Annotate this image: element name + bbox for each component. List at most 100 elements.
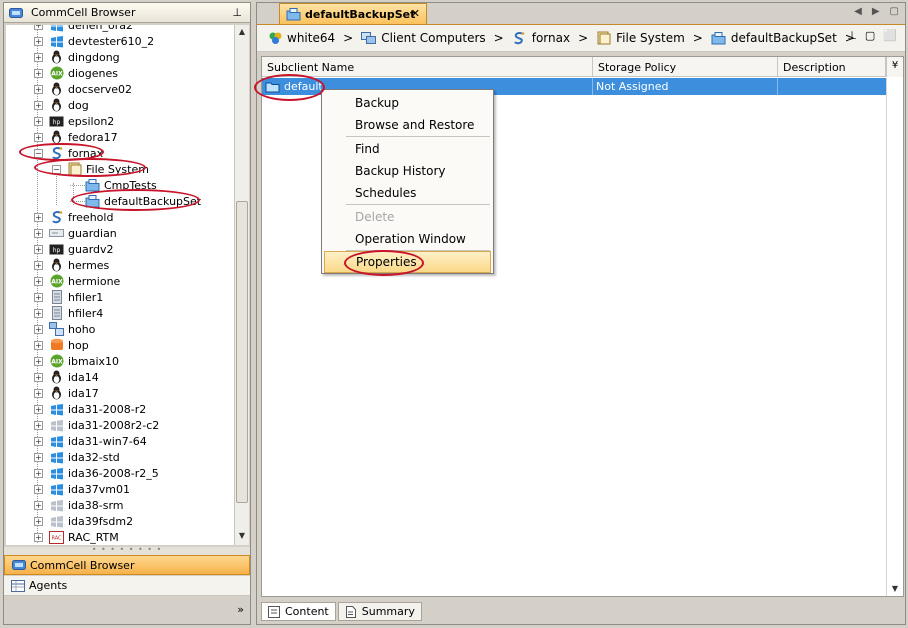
expand-icon[interactable]: + (34, 388, 43, 398)
column-header-description[interactable]: Description (778, 57, 886, 77)
collapse-icon[interactable]: − (34, 148, 43, 158)
tree-item-fedora17[interactable]: + fedora17 (34, 129, 118, 145)
expand-icon[interactable]: + (34, 308, 43, 318)
expand-icon[interactable]: + (34, 36, 43, 46)
menu-item-find[interactable]: Find (324, 138, 491, 160)
expand-icon[interactable]: + (34, 372, 43, 382)
expand-icon[interactable]: + (34, 260, 43, 270)
tree-item-guardian[interactable]: + guardian (34, 225, 117, 241)
pin-icon[interactable]: ⊥ (847, 29, 857, 42)
breadcrumb-item-client-computers[interactable]: Client Computers (361, 31, 486, 45)
tree-item-ida31-2008r2-c2[interactable]: + ida31-2008r2-c2 (34, 417, 159, 433)
tree-item-ida31-2008-r2[interactable]: + ida31-2008-r2 (34, 401, 146, 417)
tree-item-defaultbackupset[interactable]: defaultBackupSet (70, 193, 201, 209)
expand-icon[interactable]: + (34, 468, 43, 478)
chevron-right-icon[interactable]: ▶ (872, 6, 880, 17)
menu-item-backup[interactable]: Backup (324, 92, 491, 114)
tree-item-devtester610-2[interactable]: + devtester610_2 (34, 33, 154, 49)
expand-icon[interactable]: + (34, 292, 43, 302)
tree-item-rac-rtm[interactable]: + RAC RAC_RTM (34, 529, 119, 545)
pin-icon[interactable]: ⊥ (232, 6, 242, 19)
expand-icon[interactable]: + (34, 484, 43, 494)
expand-icon[interactable]: + (34, 516, 43, 526)
expand-icon[interactable]: + (34, 340, 43, 350)
tree-item-denen-ora2[interactable]: + denen_ora2 (34, 25, 133, 33)
chevron-left-icon[interactable]: ◀ (854, 6, 862, 17)
scroll-down-icon[interactable]: ▼ (235, 529, 249, 543)
tree-item-ida17[interactable]: + ida17 (34, 385, 99, 401)
tree-item-ida38-srm[interactable]: + ida38-srm (34, 497, 124, 513)
tree-item-file-system[interactable]: − File System (52, 161, 149, 177)
expand-icon[interactable]: + (34, 500, 43, 510)
expand-icon[interactable]: + (34, 532, 43, 542)
expand-icon[interactable]: + (34, 404, 43, 414)
table-scrollbar[interactable]: ▼ (886, 78, 903, 596)
tree-item-diogenes[interactable]: + AIX diogenes (34, 65, 118, 81)
tree-item-cmptests[interactable]: CmpTests (70, 177, 157, 193)
scroll-up-icon[interactable]: ▲ (235, 25, 249, 39)
breadcrumb-separator[interactable]: > (578, 31, 588, 45)
close-icon[interactable]: ✕ (411, 7, 420, 20)
column-chooser-icon[interactable]: ¥ (886, 57, 903, 77)
expand-icon[interactable]: + (34, 52, 43, 62)
menu-item-schedules[interactable]: Schedules (324, 182, 491, 204)
expand-icon[interactable]: + (34, 100, 43, 110)
breadcrumb-item-fornax[interactable]: fornax (512, 31, 570, 45)
expand-icon[interactable]: + (34, 452, 43, 462)
nav-agents-button[interactable]: Agents (4, 576, 250, 596)
expand-icon[interactable]: + (34, 25, 43, 30)
tree-item-hermione[interactable]: + AIX hermione (34, 273, 120, 289)
maximize-icon[interactable]: ⬜ (883, 29, 897, 42)
menu-item-properties[interactable]: Properties (324, 251, 491, 273)
breadcrumb-item-file-system[interactable]: File System (596, 31, 685, 45)
expand-icon[interactable]: + (34, 212, 43, 222)
column-header-storage-policy[interactable]: Storage Policy (593, 57, 778, 77)
expand-icon[interactable]: + (34, 324, 43, 334)
expand-icon[interactable]: + (34, 132, 43, 142)
breadcrumb-separator[interactable]: > (494, 31, 504, 45)
tree-item-hoho[interactable]: + hoho (34, 321, 95, 337)
tree-item-hfiler4[interactable]: + hfiler4 (34, 305, 103, 321)
chevron-down-icon[interactable]: » (237, 603, 244, 616)
client-tree[interactable]: + denen_ora2 + devtester610_2 + dingdong + AIX d… (6, 25, 234, 545)
tab-defaultbackupset[interactable]: defaultBackupSet ✕ (279, 3, 427, 24)
breadcrumb-separator[interactable]: > (343, 31, 353, 45)
tree-item-fornax[interactable]: − fornax (34, 145, 103, 161)
expand-icon[interactable]: + (34, 276, 43, 286)
expand-icon[interactable]: + (34, 244, 43, 254)
scroll-down-icon[interactable]: ▼ (888, 582, 902, 596)
tree-item-guardv2[interactable]: + hp guardv2 (34, 241, 114, 257)
tab-content[interactable]: Content (261, 602, 336, 621)
tab-summary[interactable]: Summary (337, 602, 422, 621)
expand-icon[interactable]: + (34, 356, 43, 366)
tree-item-dingdong[interactable]: + dingdong (34, 49, 120, 65)
expand-icon[interactable]: + (34, 84, 43, 94)
expand-icon[interactable]: + (34, 68, 43, 78)
tree-item-hermes[interactable]: + hermes (34, 257, 109, 273)
collapse-icon[interactable]: − (52, 164, 61, 174)
menu-item-operation-window[interactable]: Operation Window (324, 228, 491, 250)
nav-commcell-browser-button[interactable]: CommCell Browser (4, 555, 250, 575)
tree-item-ida31-win7-64[interactable]: + ida31-win7-64 (34, 433, 147, 449)
expand-icon[interactable]: + (34, 420, 43, 430)
splitter-handle[interactable]: • • • • • • • • (4, 546, 250, 555)
restore-icon[interactable]: ▢ (865, 29, 875, 42)
tree-item-epsilon2[interactable]: + hp epsilon2 (34, 113, 114, 129)
tree-item-freehold[interactable]: + freehold (34, 209, 113, 225)
expand-icon[interactable]: + (34, 116, 43, 126)
tree-item-ida14[interactable]: + ida14 (34, 369, 99, 385)
scroll-thumb[interactable] (236, 201, 248, 503)
expand-icon[interactable]: + (34, 436, 43, 446)
tree-item-ida39fsdm2[interactable]: + ida39fsdm2 (34, 513, 133, 529)
breadcrumb-item-defaultbackupset[interactable]: defaultBackupSet (711, 31, 837, 45)
tree-item-docserve02[interactable]: + docserve02 (34, 81, 132, 97)
menu-item-delete[interactable]: Delete (324, 206, 491, 228)
expand-icon[interactable]: + (34, 228, 43, 238)
restore-icon[interactable]: ▢ (890, 6, 899, 17)
tree-item-hfiler1[interactable]: + hfiler1 (34, 289, 103, 305)
tree-scrollbar[interactable]: ▲ ▼ (234, 25, 249, 545)
breadcrumb-item-white64[interactable]: white64 (267, 31, 335, 45)
column-header-subclient-name[interactable]: Subclient Name (262, 57, 593, 77)
menu-item-backup-history[interactable]: Backup History (324, 160, 491, 182)
tree-item-ida32-std[interactable]: + ida32-std (34, 449, 120, 465)
